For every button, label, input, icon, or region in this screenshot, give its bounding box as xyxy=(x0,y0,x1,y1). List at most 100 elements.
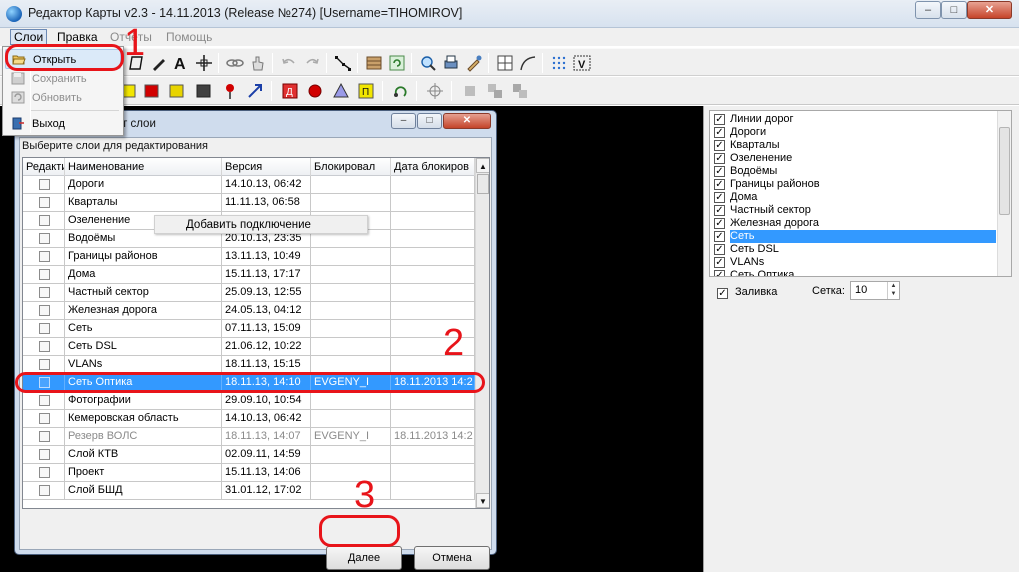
scroll-down-arrow-icon[interactable]: ▼ xyxy=(476,493,489,508)
table-row[interactable]: Проект 15.11.13, 14:06 xyxy=(23,464,475,482)
row-edit-cell[interactable] xyxy=(23,284,65,301)
menu-help[interactable]: Помощь xyxy=(166,30,212,44)
house-red-icon[interactable]: Д xyxy=(281,82,299,100)
row-edit-cell[interactable] xyxy=(23,410,65,427)
table-row[interactable]: Кварталы 11.11.13, 06:58 xyxy=(23,194,475,212)
row-edit-cell[interactable] xyxy=(23,176,65,193)
layer-visibility-checkbox[interactable]: ✓ xyxy=(714,114,725,125)
zoom-region-icon[interactable] xyxy=(419,54,437,72)
refresh-icon[interactable] xyxy=(388,54,406,72)
rotate-icon[interactable] xyxy=(392,82,410,100)
close-button[interactable]: ✕ xyxy=(967,1,1012,19)
row-edit-checkbox[interactable] xyxy=(39,233,50,244)
layer-list-item[interactable]: ✓ Дома xyxy=(712,191,998,204)
layer-list-item[interactable]: ✓ Границы районов xyxy=(712,178,998,191)
table-row[interactable]: Дороги 14.10.13, 06:42 xyxy=(23,176,475,194)
dialog-maximize-button[interactable]: □ xyxy=(417,113,442,129)
column-header-edit[interactable]: Редактир xyxy=(23,158,65,176)
crosshair-icon[interactable] xyxy=(426,82,444,100)
table-row[interactable]: Железная дорога 24.05.13, 04:12 xyxy=(23,302,475,320)
move-tool-icon[interactable] xyxy=(195,54,213,72)
row-edit-checkbox[interactable] xyxy=(39,467,50,478)
layer-list-item[interactable]: ✓ Озеленение xyxy=(712,152,998,165)
layer-list-item[interactable]: ✓ Железная дорога xyxy=(712,217,998,230)
row-edit-checkbox[interactable] xyxy=(39,449,50,460)
yellow-square-icon[interactable] xyxy=(168,82,186,100)
layer-list-item[interactable]: ✓ Частный сектор xyxy=(712,204,998,217)
dark-square-icon[interactable] xyxy=(195,82,213,100)
pencil-icon[interactable] xyxy=(150,54,168,72)
row-edit-checkbox[interactable] xyxy=(39,413,50,424)
maximize-button[interactable]: □ xyxy=(941,1,967,19)
dialog-minimize-button[interactable]: – xyxy=(391,113,416,129)
row-edit-checkbox[interactable] xyxy=(39,251,50,262)
row-edit-cell[interactable] xyxy=(23,320,65,337)
layer-list-item[interactable]: ✓ Водоёмы xyxy=(712,165,998,178)
print-icon[interactable] xyxy=(442,54,460,72)
row-edit-cell[interactable] xyxy=(23,212,65,229)
fill-checkbox[interactable]: ✓ xyxy=(717,288,728,299)
grid-spinbox[interactable]: 10 ▲ ▼ xyxy=(850,281,900,300)
menu-item-update[interactable]: Обновить xyxy=(5,88,121,108)
layer-list-item[interactable]: ✓ Сеть xyxy=(712,230,998,243)
gray-blocks-icon[interactable] xyxy=(486,82,504,100)
table-row[interactable]: Дома 15.11.13, 17:17 xyxy=(23,266,475,284)
column-header-name[interactable]: Наименование xyxy=(65,158,222,176)
curve-tool-icon[interactable] xyxy=(519,54,537,72)
layer-visibility-checkbox[interactable]: ✓ xyxy=(714,140,725,151)
layer-visibility-checkbox[interactable]: ✓ xyxy=(714,218,725,229)
menu-item-save[interactable]: Сохранить xyxy=(5,69,121,89)
layers-stack-icon[interactable] xyxy=(365,54,383,72)
row-edit-cell[interactable] xyxy=(23,482,65,499)
brush-icon[interactable] xyxy=(465,54,483,72)
text-tool-icon[interactable]: A xyxy=(172,54,190,72)
layer-visibility-checkbox[interactable]: ✓ xyxy=(714,192,725,203)
table-scroll-thumb[interactable] xyxy=(477,174,489,194)
row-edit-cell[interactable] xyxy=(23,464,65,481)
row-edit-cell[interactable] xyxy=(23,356,65,373)
table-row[interactable]: Частный сектор 25.09.13, 12:55 xyxy=(23,284,475,302)
layer-visibility-checkbox[interactable]: ✓ xyxy=(714,205,725,216)
row-edit-checkbox[interactable] xyxy=(39,305,50,316)
layer-list-item[interactable]: ✓ VLANs xyxy=(712,256,998,269)
layer-list-item[interactable]: ✓ Линии дорог xyxy=(712,113,998,126)
table-row[interactable]: Слой БШД 31.01.12, 17:02 xyxy=(23,482,475,500)
table-row[interactable]: Границы районов 13.11.13, 10:49 xyxy=(23,248,475,266)
column-header-version[interactable]: Версия xyxy=(222,158,311,176)
layer-visibility-checkbox[interactable]: ✓ xyxy=(714,153,725,164)
grid-table-icon[interactable] xyxy=(496,54,514,72)
link-icon[interactable] xyxy=(226,54,244,72)
redo-icon[interactable] xyxy=(303,54,321,72)
row-edit-checkbox[interactable] xyxy=(39,197,50,208)
table-scrollbar[interactable]: ▲ ▼ xyxy=(475,158,489,508)
layer-list-item[interactable]: ✓ Сеть Оптика xyxy=(712,269,998,276)
table-row[interactable]: Слой КТВ 02.09.11, 14:59 xyxy=(23,446,475,464)
red-fill-icon[interactable] xyxy=(143,82,161,100)
label-p-icon[interactable]: П xyxy=(357,82,375,100)
layer-list-scrollbar[interactable] xyxy=(997,111,1011,276)
gray-block-icon[interactable] xyxy=(461,82,479,100)
row-edit-checkbox[interactable] xyxy=(39,179,50,190)
row-edit-checkbox[interactable] xyxy=(39,341,50,352)
row-edit-checkbox[interactable] xyxy=(39,323,50,334)
row-edit-checkbox[interactable] xyxy=(39,359,50,370)
minimize-button[interactable]: – xyxy=(915,1,941,19)
red-circle-icon[interactable] xyxy=(306,82,324,100)
row-edit-checkbox[interactable] xyxy=(39,287,50,298)
add-connection-popup[interactable]: Добавить подключение xyxy=(154,215,368,234)
triangle-icon[interactable] xyxy=(332,82,350,100)
row-edit-checkbox[interactable] xyxy=(39,431,50,442)
table-row[interactable]: Сеть DSL 21.06.12, 10:22 xyxy=(23,338,475,356)
next-button[interactable]: Далее xyxy=(326,546,402,570)
row-edit-checkbox[interactable] xyxy=(39,395,50,406)
layer-list-item[interactable]: ✓ Дороги xyxy=(712,126,998,139)
row-edit-checkbox[interactable] xyxy=(39,485,50,496)
row-edit-checkbox[interactable] xyxy=(39,269,50,280)
row-edit-cell[interactable] xyxy=(23,194,65,211)
gray-blocks-alt-icon[interactable] xyxy=(511,82,529,100)
layer-visibility-checkbox[interactable]: ✓ xyxy=(714,257,725,268)
layer-visibility-checkbox[interactable]: ✓ xyxy=(714,244,725,255)
cancel-button[interactable]: Отмена xyxy=(414,546,490,570)
row-edit-cell[interactable] xyxy=(23,230,65,247)
menu-item-exit[interactable]: Выход xyxy=(5,114,121,134)
